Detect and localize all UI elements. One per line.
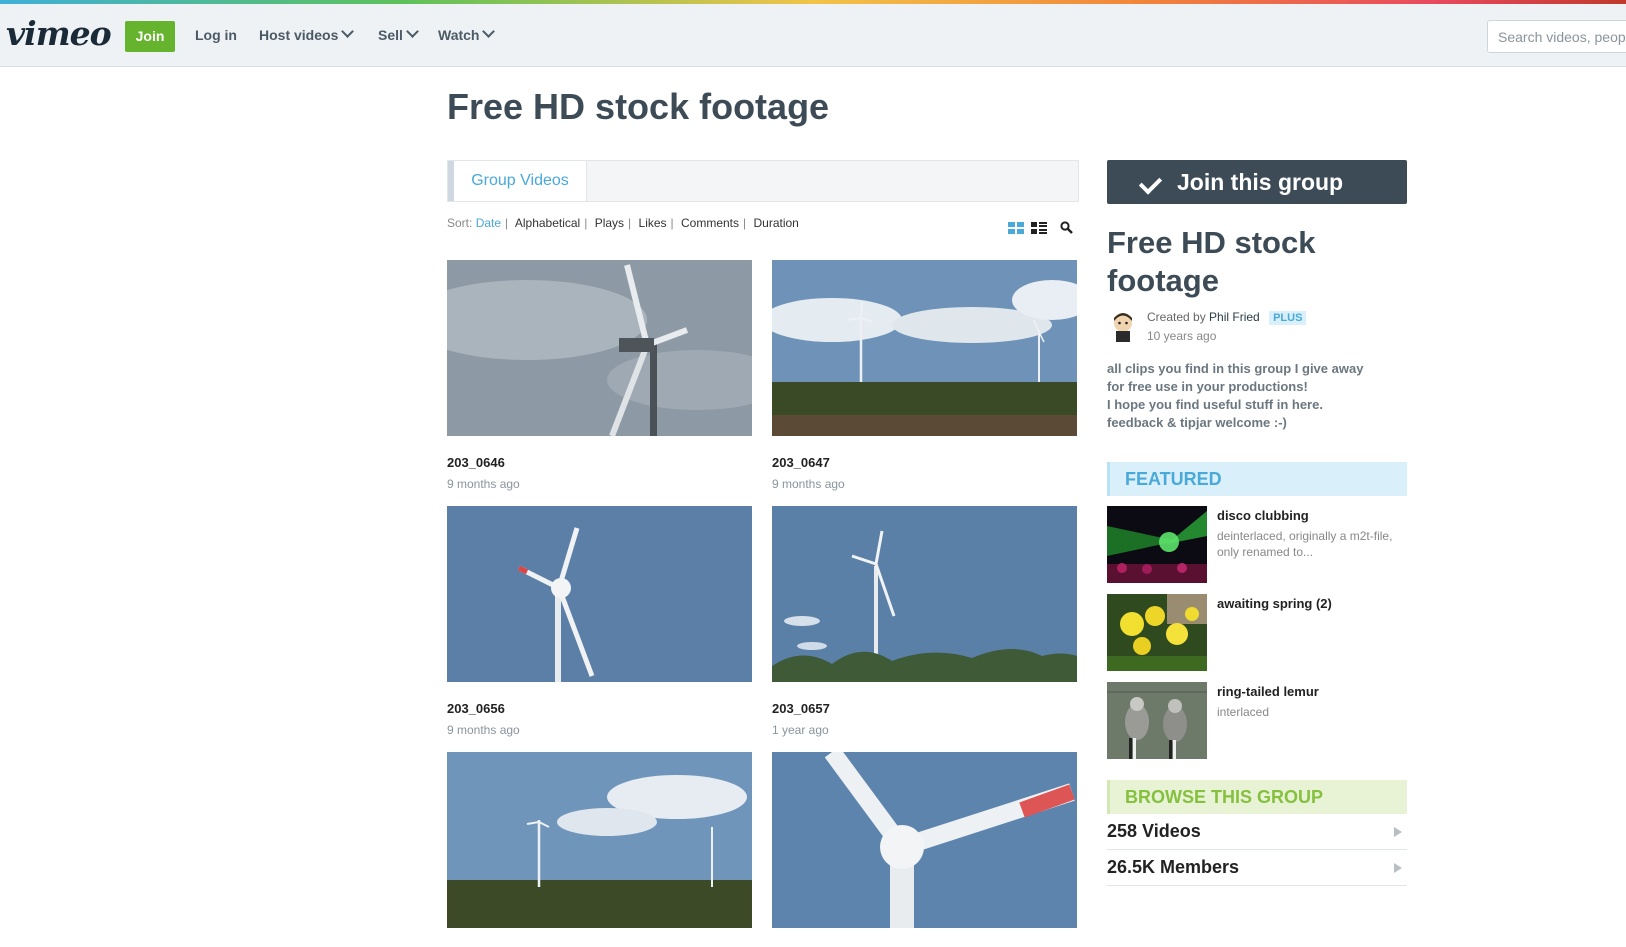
video-date: 9 months ago	[447, 477, 520, 491]
browse-videos-label: 258 Videos	[1107, 821, 1201, 841]
sort-bar: Sort: Date | Alphabetical | Plays | Likes | …	[447, 216, 799, 230]
featured-title[interactable]: awaiting spring (2)	[1217, 596, 1332, 611]
watch-label: Watch	[438, 27, 480, 43]
list-view-icon[interactable]	[1031, 222, 1047, 235]
video-thumbnail[interactable]	[447, 506, 752, 682]
join-group-label: Join this group	[1177, 169, 1344, 195]
avatar[interactable]	[1107, 310, 1139, 342]
join-button[interactable]: Join	[125, 21, 175, 52]
tab-group-videos[interactable]: Group Videos	[448, 161, 587, 201]
top-navigation-bar: vimeo Join Log in Host videos Sell Watch…	[0, 4, 1626, 67]
sell-label: Sell	[378, 27, 403, 43]
description-line: feedback & tipjar welcome :-)	[1107, 415, 1287, 430]
video-card[interactable]: 203_0657 1 year ago	[772, 506, 1077, 737]
sort-option-alphabetical[interactable]: Alphabetical	[515, 216, 580, 230]
video-thumbnail[interactable]	[772, 506, 1077, 682]
video-card[interactable]: 203_0646 9 months ago	[407, 260, 787, 491]
video-card[interactable]: 203_0647 9 months ago	[762, 260, 1092, 491]
chevron-down-icon	[406, 25, 419, 38]
video-title[interactable]: 203_0656	[447, 701, 752, 716]
grid-view-icon[interactable]	[1008, 222, 1024, 235]
checkmark-icon	[1138, 171, 1163, 195]
featured-item[interactable]: disco clubbing deinterlaced, originally …	[1107, 506, 1407, 584]
browse-videos-link[interactable]: 258 Videos	[1107, 814, 1407, 850]
sort-option-plays[interactable]: Plays	[595, 216, 624, 230]
featured-item[interactable]: awaiting spring (2)	[1107, 594, 1407, 672]
sort-option-duration[interactable]: Duration	[753, 216, 798, 230]
video-thumbnail[interactable]	[762, 260, 1092, 436]
host-videos-label: Host videos	[259, 27, 339, 43]
featured-description: interlaced	[1217, 705, 1270, 719]
sort-option-comments[interactable]: Comments	[681, 216, 739, 230]
chevron-down-icon	[341, 25, 355, 38]
created-by-label: Created by	[1147, 310, 1206, 324]
group-creator: Created by Phil Fried PLUS 10 years ago	[1107, 308, 1407, 348]
host-videos-menu[interactable]: Host videos	[259, 25, 355, 43]
video-date: 1 year ago	[772, 723, 829, 737]
featured-description: deinterlaced, originally a m2t-file, onl…	[1217, 529, 1393, 559]
sort-option-likes[interactable]: Likes	[639, 216, 667, 230]
arrow-right-icon	[1394, 827, 1402, 837]
browse-members-link[interactable]: 26.5K Members	[1107, 850, 1407, 886]
chevron-down-icon	[482, 25, 496, 38]
creator-link[interactable]: Phil Fried	[1209, 310, 1260, 324]
watch-menu[interactable]: Watch	[438, 25, 496, 43]
group-description: all clips you find in this group I give …	[1107, 360, 1407, 432]
video-date: 9 months ago	[447, 723, 520, 737]
login-link[interactable]: Log in	[195, 27, 237, 43]
plus-badge: PLUS	[1269, 311, 1307, 325]
featured-title[interactable]: disco clubbing	[1217, 508, 1309, 523]
featured-heading: FEATURED	[1107, 462, 1407, 496]
login-label: Log in	[195, 27, 237, 43]
video-card[interactable]: 203_0656 9 months ago	[447, 506, 752, 737]
page-title: Free HD stock footage	[447, 86, 830, 127]
search-icon[interactable]	[1060, 221, 1073, 234]
video-thumbnail[interactable]	[407, 260, 787, 438]
description-line: all clips you find in this group I give …	[1107, 361, 1364, 376]
video-card[interactable]	[447, 752, 752, 947]
description-line: I hope you find useful stuff in here.	[1107, 397, 1323, 412]
browse-heading: BROWSE THIS GROUP	[1107, 780, 1407, 814]
featured-title[interactable]: ring-tailed lemur	[1217, 684, 1319, 699]
group-title: Free HD stock footage	[1107, 225, 1316, 298]
video-card[interactable]	[772, 746, 1077, 947]
description-line: for free use in your productions!	[1107, 379, 1308, 394]
video-title[interactable]: 203_0646	[447, 455, 752, 470]
sort-option-date[interactable]: Date	[476, 216, 501, 230]
featured-thumbnail[interactable]	[1107, 594, 1207, 671]
video-date: 9 months ago	[772, 477, 845, 491]
join-group-button[interactable]: Join this group	[1107, 160, 1407, 204]
tab-bar: Group Videos	[447, 160, 1079, 202]
sort-label: Sort:	[447, 216, 473, 230]
video-title[interactable]: 203_0657	[772, 701, 1077, 716]
featured-thumbnail[interactable]	[1107, 506, 1207, 583]
sell-menu[interactable]: Sell	[378, 25, 419, 43]
created-ago: 10 years ago	[1147, 329, 1217, 343]
arrow-right-icon	[1394, 863, 1402, 873]
search-input[interactable]: Search videos, peop	[1487, 20, 1626, 53]
group-sidebar: Join this group Free HD stock footage Cr…	[1107, 160, 1407, 886]
vimeo-logo[interactable]: vimeo	[6, 14, 112, 53]
featured-item[interactable]: ring-tailed lemur interlaced	[1107, 682, 1407, 760]
video-title[interactable]: 203_0647	[772, 455, 1077, 470]
creator-line: Created by Phil Fried PLUS	[1147, 310, 1307, 325]
featured-thumbnail[interactable]	[1107, 682, 1207, 759]
browse-members-label: 26.5K Members	[1107, 857, 1240, 877]
